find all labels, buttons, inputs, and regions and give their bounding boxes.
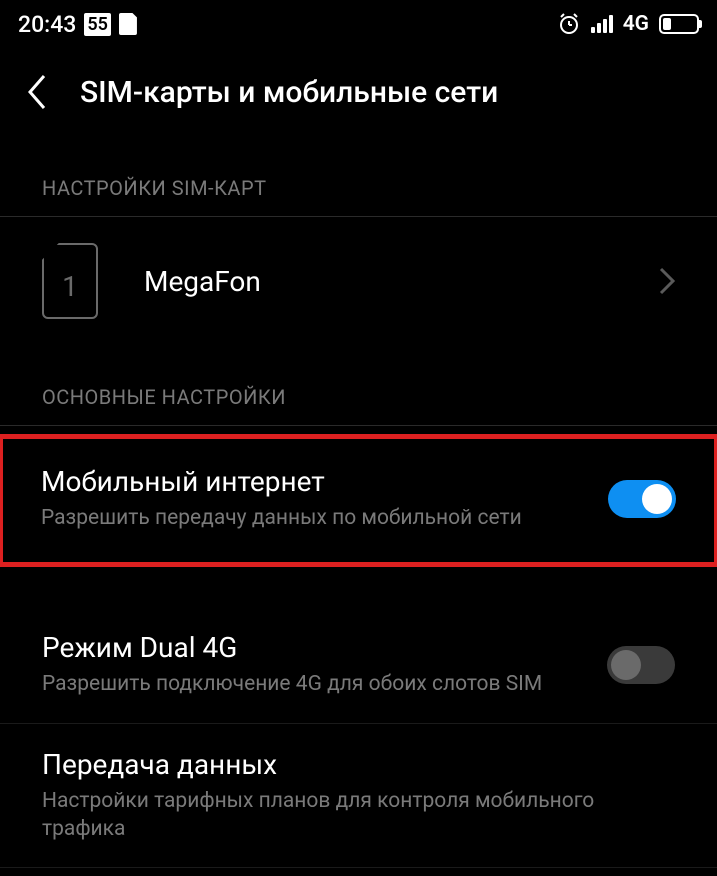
setting-subtitle-mobile-data: Разрешить передачу данных по мобильной с… bbox=[41, 504, 588, 532]
setting-title-data-transfer: Передача данных bbox=[42, 748, 655, 781]
chevron-right-icon bbox=[659, 267, 675, 295]
setting-subtitle-dual-4g: Разрешить подключение 4G для обоих слото… bbox=[42, 670, 587, 698]
setting-text-block: Мобильный интернет Разрешить передачу да… bbox=[41, 465, 608, 532]
setting-row-dual-4g[interactable]: Режим Dual 4G Разрешить подключение 4G д… bbox=[0, 607, 717, 723]
status-right: 4G bbox=[557, 12, 699, 36]
page-title: SIM-карты и мобильные сети bbox=[80, 75, 498, 110]
setting-row-data-transfer[interactable]: Передача данных Настройки тарифных плано… bbox=[0, 724, 717, 869]
back-button[interactable] bbox=[26, 72, 50, 112]
notification-count-badge: 55 bbox=[84, 13, 111, 36]
sim-carrier-label: MegaFon bbox=[144, 265, 659, 298]
sim-card-row[interactable]: 1 MegaFon bbox=[0, 217, 717, 345]
sim-card-icon: 1 bbox=[42, 243, 98, 319]
setting-text-block: Передача данных Настройки тарифных плано… bbox=[42, 748, 675, 844]
setting-title-mobile-data: Мобильный интернет bbox=[41, 465, 588, 498]
status-left: 20:43 55 bbox=[18, 11, 137, 38]
section-header-sim: НАСТРОЙКИ SIM-КАРТ bbox=[0, 136, 717, 217]
toggle-mobile-data[interactable] bbox=[608, 480, 676, 518]
signal-strength-icon bbox=[591, 15, 613, 33]
alarm-icon bbox=[557, 12, 581, 36]
status-time: 20:43 bbox=[18, 11, 76, 38]
toggle-dual-4g[interactable] bbox=[607, 646, 675, 684]
sim-slot-number: 1 bbox=[62, 270, 78, 303]
page-header: SIM-карты и мобильные сети bbox=[0, 48, 717, 136]
battery-icon bbox=[659, 14, 699, 34]
sd-card-icon bbox=[119, 13, 137, 35]
section-header-main: ОСНОВНЫЕ НАСТРОЙКИ bbox=[0, 345, 717, 426]
setting-title-dual-4g: Режим Dual 4G bbox=[42, 631, 587, 664]
setting-row-mobile-data[interactable]: Мобильный интернет Разрешить передачу да… bbox=[0, 434, 717, 567]
setting-subtitle-data-transfer: Настройки тарифных планов для контроля м… bbox=[42, 787, 655, 844]
status-bar: 20:43 55 4G bbox=[0, 0, 717, 48]
network-type-label: 4G bbox=[623, 12, 649, 36]
setting-text-block: Режим Dual 4G Разрешить подключение 4G д… bbox=[42, 631, 607, 698]
